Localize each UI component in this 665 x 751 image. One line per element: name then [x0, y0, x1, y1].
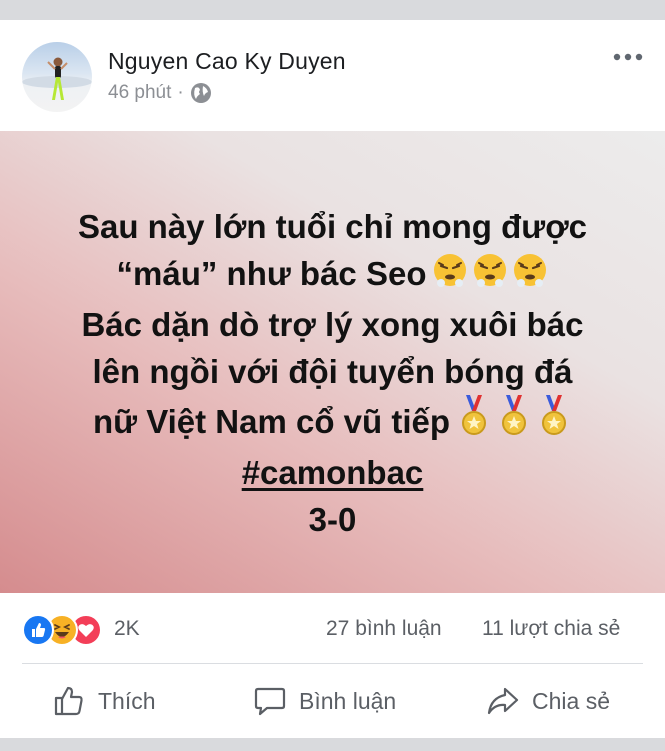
post-line-1: Sau này lớn tuổi chỉ mong được [77, 208, 588, 245]
comment-button[interactable]: Bình luận [253, 684, 396, 718]
author-avatar[interactable] [22, 42, 92, 112]
author-name[interactable]: Nguyen Cao Ky Duyen [108, 48, 346, 75]
post-line-5: nữ Việt Nam cổ vũ tiếp [92, 403, 451, 440]
post-meta: 46 phút · [108, 82, 212, 104]
post-line-7: 3-0 [308, 501, 357, 538]
post-card: Nguyen Cao Ky Duyen 46 phút · Sau này lớ… [0, 20, 665, 738]
huffing-face-icon [434, 254, 547, 287]
post-hashtag[interactable]: #camonbac [242, 454, 424, 491]
post-content: Sau này lớn tuổi chỉ mong được “máu” như… [0, 131, 665, 593]
globe-icon [190, 83, 211, 103]
meta-separator: · [177, 82, 184, 103]
thumbs-up-outline-icon [54, 686, 83, 716]
comment-icon [254, 687, 286, 716]
like-label: Thích [98, 687, 156, 714]
share-label: Chia sẻ [532, 687, 610, 714]
post-line-2: “máu” như bác Seo [116, 255, 427, 292]
post-time[interactable]: 46 phút [108, 82, 171, 104]
huffing-face-icons [432, 253, 548, 301]
reaction-count[interactable]: 2K [114, 617, 140, 641]
post-header: Nguyen Cao Ky Duyen 46 phút · [0, 20, 665, 131]
avatar-image [22, 57, 92, 100]
thumbs-up-icon [32, 623, 46, 637]
post-stats: 2K 27 bình luận 11 lượt chia sẻ [0, 593, 665, 663]
comment-label: Bình luận [299, 687, 397, 714]
share-arrow-icon [487, 687, 519, 715]
post-line-4: lên ngồi với đội tuyển bóng đá [92, 353, 573, 390]
post-text: Sau này lớn tuổi chỉ mong được “máu” như… [20, 203, 645, 543]
post-hashtag-wrap: #camonbac [20, 449, 645, 496]
post-line-3: Bác dặn dò trợ lý xong xuôi bác [81, 306, 584, 343]
more-options-icon[interactable] [613, 52, 643, 62]
reaction-icons[interactable] [22, 614, 112, 646]
post-line-5-wrap: nữ Việt Nam cổ vũ tiếp [20, 395, 645, 449]
medal-icon [462, 395, 567, 435]
like-reaction-icon [22, 614, 54, 646]
comment-count[interactable]: 27 bình luận [326, 617, 442, 641]
action-bar: Thích Bình luận Chia sẻ [0, 664, 665, 738]
share-button[interactable]: Chia sẻ [486, 684, 610, 718]
medal-icons [456, 395, 572, 449]
post-line-2-wrap: “máu” như bác Seo [20, 250, 645, 301]
like-button[interactable]: Thích [52, 684, 156, 718]
share-count[interactable]: 11 lượt chia sẻ [482, 617, 620, 641]
